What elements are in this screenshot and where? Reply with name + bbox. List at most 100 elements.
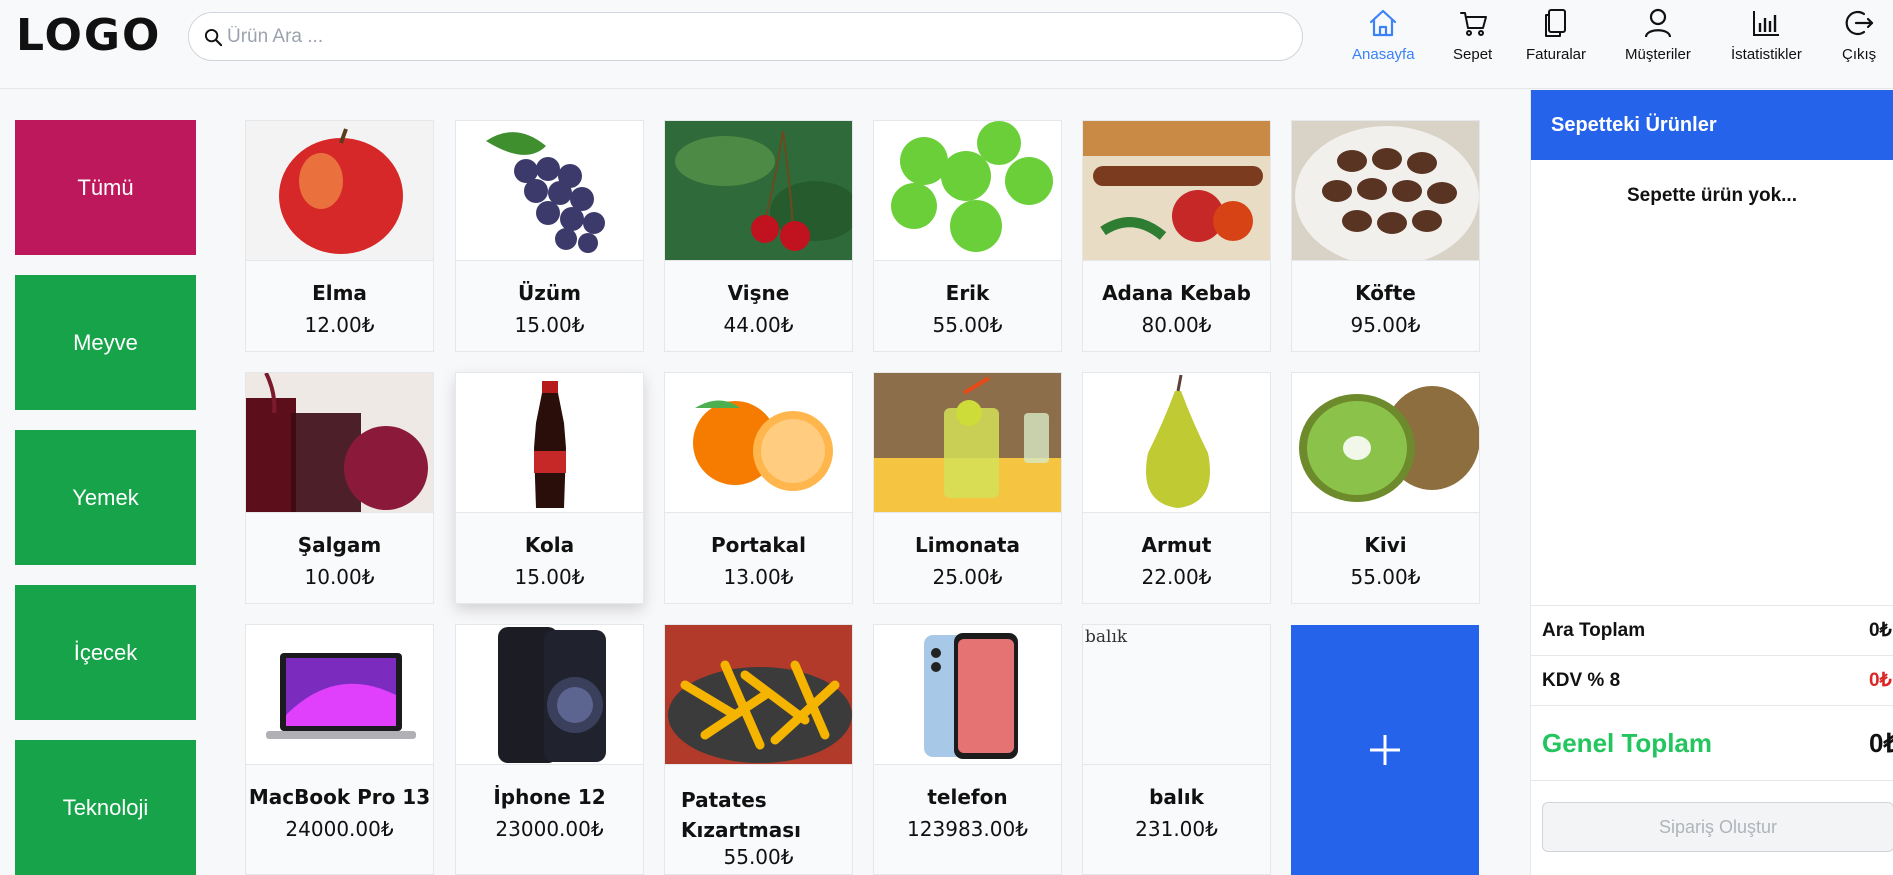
- plus-icon: [1370, 735, 1400, 765]
- product-card[interactable]: Kola 15.00₺: [455, 372, 644, 604]
- category-tech[interactable]: Teknoloji: [15, 740, 196, 875]
- product-price: 15.00₺: [514, 565, 585, 589]
- product-name: Kivi: [1364, 533, 1407, 557]
- category-all[interactable]: Tümü: [15, 120, 196, 255]
- product-image: [1083, 373, 1270, 513]
- product-price: 24000.00₺: [285, 817, 394, 841]
- user-icon: [1644, 8, 1672, 38]
- product-price: 123983.00₺: [907, 817, 1028, 841]
- product-name: Portakal: [711, 533, 806, 557]
- create-order-button[interactable]: Sipariş Oluştur: [1542, 802, 1893, 852]
- product-image: [665, 121, 852, 261]
- copy-icon: [1545, 9, 1567, 37]
- product-card[interactable]: MacBook Pro 13 24000.00₺: [245, 624, 434, 875]
- product-name: Armut: [1141, 533, 1212, 557]
- add-product-button[interactable]: [1291, 625, 1479, 875]
- product-price: 55.00₺: [1350, 565, 1421, 589]
- product-card[interactable]: İphone 12 23000.00₺: [455, 624, 644, 875]
- product-card[interactable]: Limonata 25.00₺: [873, 372, 1062, 604]
- logout-icon: [1845, 10, 1874, 36]
- nav-logout[interactable]: Çıkış: [1842, 6, 1876, 63]
- product-card[interactable]: telefon 123983.00₺: [873, 624, 1062, 875]
- nav-cart[interactable]: Sepet: [1453, 6, 1492, 63]
- search-bar[interactable]: [188, 12, 1303, 61]
- search-icon: [204, 28, 223, 47]
- product-image: [874, 373, 1061, 513]
- product-image: [456, 373, 643, 513]
- product-image: [456, 625, 643, 765]
- product-price: 95.00₺: [1350, 313, 1421, 337]
- product-name: Erik: [945, 281, 990, 305]
- product-price: 44.00₺: [723, 313, 794, 337]
- product-card[interactable]: Armut 22.00₺: [1082, 372, 1271, 604]
- category-fruit[interactable]: Meyve: [15, 275, 196, 410]
- product-name: MacBook Pro 13: [248, 785, 431, 809]
- nav-logout-label: Çıkış: [1842, 46, 1877, 63]
- product-image: [874, 625, 1061, 765]
- product-card[interactable]: Adana Kebab 80.00₺: [1082, 120, 1271, 352]
- nav-home[interactable]: Anasayfa: [1352, 6, 1415, 63]
- product-card[interactable]: Üzüm 15.00₺: [455, 120, 644, 352]
- product-name: Adana Kebab: [1102, 281, 1251, 305]
- product-card[interactable]: Erik 55.00₺: [873, 120, 1062, 352]
- product-card[interactable]: Portakal 13.00₺: [664, 372, 853, 604]
- product-image: [665, 625, 852, 765]
- product-price: 15.00₺: [514, 313, 585, 337]
- category-food[interactable]: Yemek: [15, 430, 196, 565]
- cart-empty-message: Sepette ürün yok...: [1627, 185, 1797, 206]
- product-card[interactable]: balık balık 231.00₺: [1082, 624, 1271, 875]
- logo[interactable]: LOGO: [16, 10, 161, 61]
- product-image: [874, 121, 1061, 261]
- nav-customers-label: Müşteriler: [1625, 46, 1691, 63]
- product-price: 13.00₺: [723, 565, 794, 589]
- product-card[interactable]: Köfte 95.00₺: [1291, 120, 1480, 352]
- subtotal-label: Ara Toplam: [1542, 619, 1646, 641]
- nav-cart-label: Sepet: [1453, 46, 1493, 63]
- top-bar: LOGO Anasayfa Sepet Faturalar: [0, 0, 1893, 89]
- product-image-broken: balık: [1083, 625, 1270, 765]
- product-name: Elma: [312, 281, 367, 305]
- product-name: balık: [1149, 785, 1204, 809]
- product-name: Vişne: [727, 281, 790, 305]
- product-price: 22.00₺: [1141, 565, 1212, 589]
- nav-home-label: Anasayfa: [1352, 46, 1415, 63]
- category-drink[interactable]: İçecek: [15, 585, 196, 720]
- product-image: [246, 625, 433, 765]
- product-name: Şalgam: [297, 533, 382, 557]
- nav-invoices-label: Faturalar: [1526, 46, 1587, 63]
- product-card[interactable]: Patates Kızartması 55.00₺: [664, 624, 853, 875]
- product-card[interactable]: Şalgam 10.00₺: [245, 372, 434, 604]
- product-image: [1292, 121, 1479, 261]
- broken-image-alt: balık: [1085, 627, 1128, 647]
- product-price: 80.00₺: [1141, 313, 1212, 337]
- vat-row: KDV % 8 0₺: [1531, 655, 1893, 705]
- product-price: 10.00₺: [304, 565, 375, 589]
- product-image: [1292, 373, 1479, 513]
- product-name: Köfte: [1355, 281, 1416, 305]
- nav-statistics[interactable]: İstatistikler: [1731, 6, 1802, 63]
- product-price: 231.00₺: [1135, 817, 1218, 841]
- total-value: 0₺: [1869, 727, 1893, 758]
- vat-label: KDV % 8: [1542, 669, 1621, 691]
- product-price: 55.00₺: [932, 313, 1003, 337]
- search-input[interactable]: [227, 13, 1287, 60]
- product-image: [665, 373, 852, 513]
- cart-icon: [1459, 12, 1487, 36]
- bar-chart-icon: [1753, 11, 1780, 36]
- product-image: [1083, 121, 1270, 261]
- product-image: [456, 121, 643, 261]
- product-price: 23000.00₺: [495, 817, 604, 841]
- product-name: Limonata: [915, 533, 1020, 557]
- product-card[interactable]: Elma 12.00₺: [245, 120, 434, 352]
- product-name: Patates Kızartması: [681, 788, 802, 842]
- product-card[interactable]: Vişne 44.00₺: [664, 120, 853, 352]
- nav-invoices[interactable]: Faturalar: [1526, 6, 1586, 63]
- nav-customers[interactable]: Müşteriler: [1625, 6, 1691, 63]
- product-price: 55.00₺: [723, 845, 794, 869]
- product-price: 25.00₺: [932, 565, 1003, 589]
- product-name: Üzüm: [518, 281, 581, 305]
- product-card[interactable]: Kivi 55.00₺: [1291, 372, 1480, 604]
- home-icon: [1370, 9, 1397, 37]
- product-image: [246, 121, 433, 261]
- vat-value: 0₺: [1869, 670, 1892, 691]
